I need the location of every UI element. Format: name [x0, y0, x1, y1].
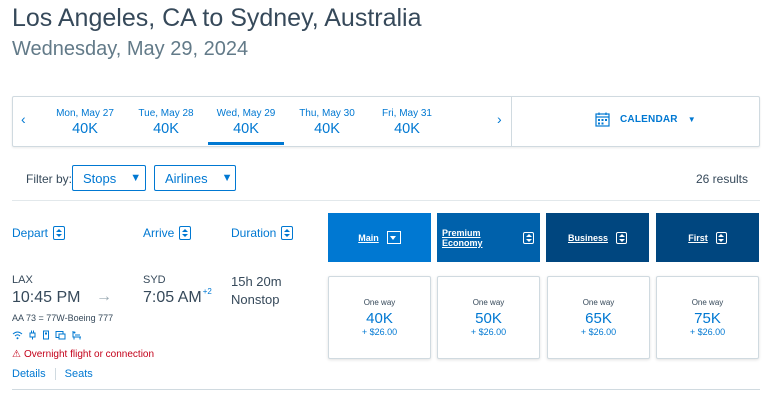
calendar-label: CALENDAR	[620, 114, 678, 125]
cabin-header-first[interactable]: First	[656, 213, 759, 262]
date-label: Thu, May 30	[299, 108, 355, 119]
results-count: 26 results	[695, 172, 748, 186]
fare-taxes: + $26.00	[689, 327, 726, 337]
chevron-down-icon: ▼	[687, 115, 696, 124]
arrive-airport: SYD	[143, 274, 166, 286]
date-price: 40K	[314, 121, 340, 137]
lie-flat-seat-icon	[72, 331, 81, 340]
calendar-icon	[595, 112, 610, 127]
duration-header-label: Duration	[231, 226, 277, 240]
warning-text: Overnight flight or connection	[23, 349, 155, 360]
fare-taxes: + $26.00	[470, 327, 507, 337]
date-option-thu-may-30[interactable]: Thu, May 30 40K	[291, 108, 363, 137]
entertainment-icon	[55, 331, 66, 340]
stops-filter-dropdown[interactable]: Stops ▼	[72, 165, 146, 191]
flight-duration: 15h 20m	[231, 274, 282, 289]
seats-link[interactable]: Seats	[65, 368, 93, 380]
fare-points: 75K	[694, 310, 721, 327]
calendar-button[interactable]: CALENDAR ▼	[595, 112, 696, 127]
fare-button-main[interactable]: One way 40K + $26.00	[328, 276, 431, 359]
divider	[54, 368, 56, 380]
fare-taxes: + $26.00	[361, 327, 398, 337]
date-label: Tue, May 28	[138, 108, 194, 119]
dropdown-icon	[386, 231, 401, 244]
fare-label: One way	[582, 298, 615, 307]
depart-block: LAX 10:45 PM	[12, 274, 80, 307]
divider	[12, 389, 760, 390]
sort-icon	[715, 231, 727, 244]
cabin-label-main: Main	[358, 232, 379, 243]
warning-icon: ⚠	[12, 349, 21, 360]
sort-arrive-header[interactable]: Arrive	[143, 226, 192, 240]
usb-icon	[43, 330, 49, 340]
date-label: Mon, May 27	[56, 108, 114, 119]
sort-icon	[281, 226, 294, 240]
amenities-row	[12, 330, 82, 340]
divider	[511, 97, 512, 146]
fare-button-premium-economy[interactable]: One way 50K + $26.00	[437, 276, 540, 359]
caret-down-icon: ▼	[130, 172, 142, 184]
overnight-warning: ⚠ Overnight flight or connection	[12, 349, 154, 360]
day-offset-badge: +2	[202, 287, 212, 296]
details-link[interactable]: Details	[12, 368, 46, 380]
depart-header-label: Depart	[12, 226, 49, 240]
depart-airport: LAX	[12, 274, 33, 286]
flight-links: Details Seats	[12, 368, 93, 380]
cabin-label-first: First	[688, 232, 708, 243]
fare-taxes: + $26.00	[580, 327, 617, 337]
cabin-label-premium-economy: Premium Economy	[442, 227, 483, 248]
power-icon	[29, 330, 36, 340]
date-price: 40K	[72, 121, 98, 137]
date-selector-bar: ‹ Mon, May 27 40K Tue, May 28 40K Wed, M…	[12, 96, 760, 147]
wifi-icon	[12, 331, 23, 340]
stops-info: Nonstop	[231, 292, 280, 307]
sort-depart-header[interactable]: Depart	[12, 226, 66, 240]
stops-filter-label: Stops	[83, 170, 117, 186]
date-option-tue-may-28[interactable]: Tue, May 28 40K	[130, 108, 202, 137]
caret-down-icon: ▼	[221, 172, 233, 184]
airlines-filter-dropdown[interactable]: Airlines ▼	[154, 165, 236, 191]
arrive-block: SYD 7:05 AM+2	[143, 274, 212, 307]
date-option-mon-may-27[interactable]: Mon, May 27 40K	[49, 108, 121, 137]
arrive-time: 7:05 AM	[143, 289, 202, 306]
next-dates-arrow-icon[interactable]: ›	[497, 111, 502, 127]
cabin-label-business: Business	[567, 232, 609, 243]
date-option-fri-may-31[interactable]: Fri, May 31 40K	[371, 108, 443, 137]
page-title: Los Angeles, CA to Sydney, Australia	[12, 4, 422, 32]
arrive-header-label: Arrive	[143, 226, 175, 240]
sort-duration-header[interactable]: Duration	[231, 226, 294, 240]
date-label: Wed, May 29	[216, 108, 276, 119]
fare-label: One way	[363, 298, 396, 307]
filter-label: Filter by:	[26, 172, 73, 186]
cabin-header-business[interactable]: Business	[546, 213, 649, 262]
fare-points: 65K	[585, 310, 612, 327]
fare-points: 40K	[366, 310, 393, 327]
arrow-right-icon: →	[96, 288, 112, 305]
date-price: 40K	[233, 121, 259, 137]
arrive-time-row: 7:05 AM+2	[143, 287, 212, 307]
fare-button-first[interactable]: One way 75K + $26.00	[656, 276, 759, 359]
sort-icon	[179, 226, 192, 240]
sort-icon	[523, 231, 534, 244]
prev-dates-arrow-icon[interactable]: ‹	[21, 111, 26, 127]
page-subtitle: Wednesday, May 29, 2024	[12, 38, 249, 60]
sort-icon	[53, 226, 66, 240]
airlines-filter-label: Airlines	[165, 170, 208, 186]
sort-icon	[616, 231, 628, 244]
fare-button-business[interactable]: One way 65K + $26.00	[547, 276, 650, 359]
date-option-wed-may-29[interactable]: Wed, May 29 40K	[208, 108, 284, 145]
depart-time: 10:45 PM	[12, 289, 81, 306]
cabin-header-premium-economy[interactable]: Premium Economy	[437, 213, 540, 262]
date-price: 40K	[394, 121, 420, 137]
cabin-header-main[interactable]: Main	[328, 213, 431, 262]
fare-points: 50K	[475, 310, 502, 327]
date-label: Fri, May 31	[381, 108, 432, 119]
flight-number-aircraft: AA 73 = 77W-Boeing 777	[12, 313, 114, 323]
fare-label: One way	[691, 298, 724, 307]
date-price: 40K	[153, 121, 179, 137]
fare-label: One way	[472, 298, 505, 307]
divider	[12, 200, 760, 201]
duration-block: 15h 20m Nonstop	[231, 274, 282, 307]
